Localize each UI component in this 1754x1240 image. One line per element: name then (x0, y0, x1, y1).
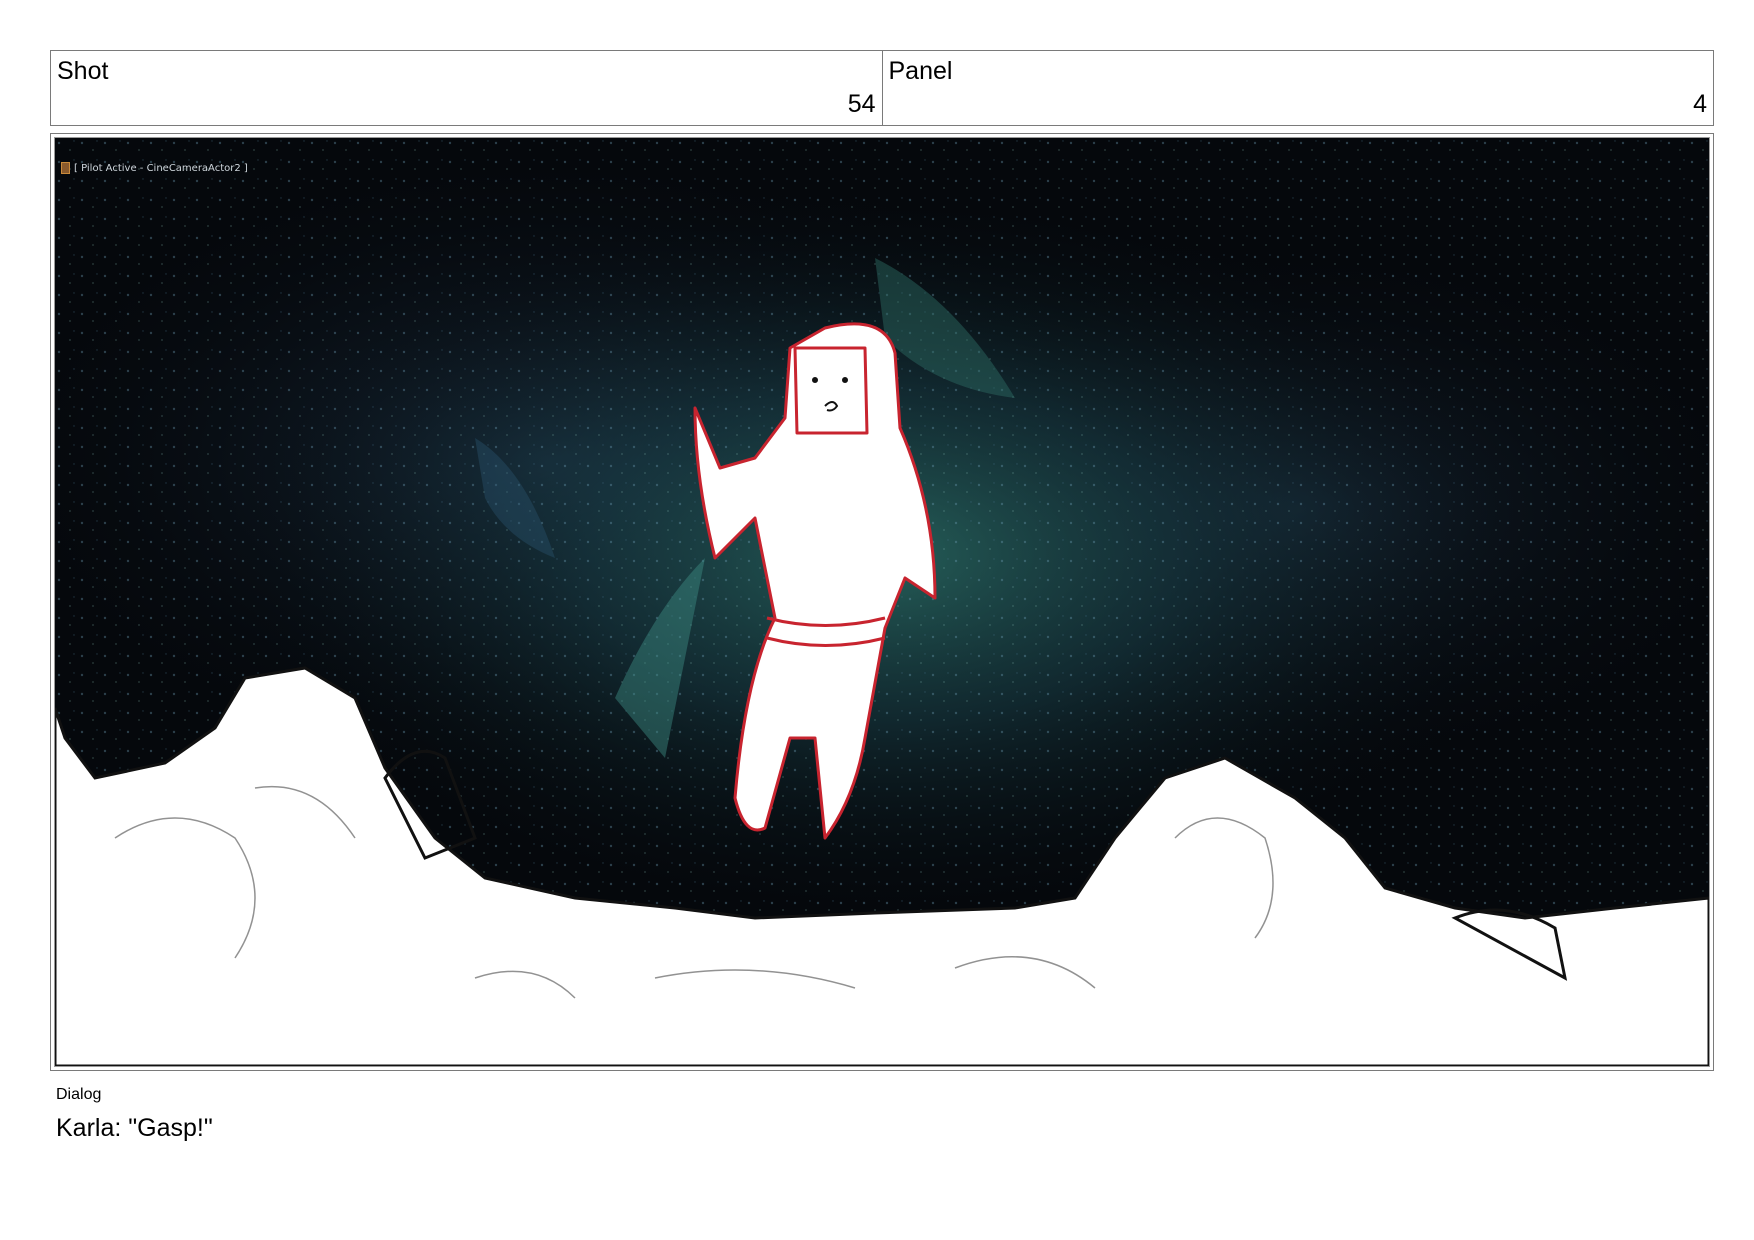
panel-cell: Panel 4 (881, 51, 1714, 125)
storyboard-image: [ Pilot Active - CineCameraActor2 ] (54, 137, 1710, 1067)
shot-cell: Shot 54 (51, 51, 882, 125)
panel-label: Panel (888, 57, 953, 85)
dialog-label: Dialog (56, 1086, 102, 1103)
camera-icon (61, 162, 70, 174)
storyboard-frame: [ Pilot Active - CineCameraActor2 ] (50, 133, 1714, 1071)
dialog-text: Karla: "Gasp!" (56, 1114, 213, 1142)
camera-overlay: [ Pilot Active - CineCameraActor2 ] (61, 162, 248, 174)
cave-scene-illustration (55, 138, 1709, 1066)
shot-panel-header: Shot 54 Panel 4 (50, 50, 1714, 126)
shot-label: Shot (57, 57, 109, 85)
panel-number: 4 (1693, 90, 1707, 118)
shot-number: 54 (847, 90, 876, 118)
camera-overlay-label: [ Pilot Active - CineCameraActor2 ] (74, 162, 248, 174)
